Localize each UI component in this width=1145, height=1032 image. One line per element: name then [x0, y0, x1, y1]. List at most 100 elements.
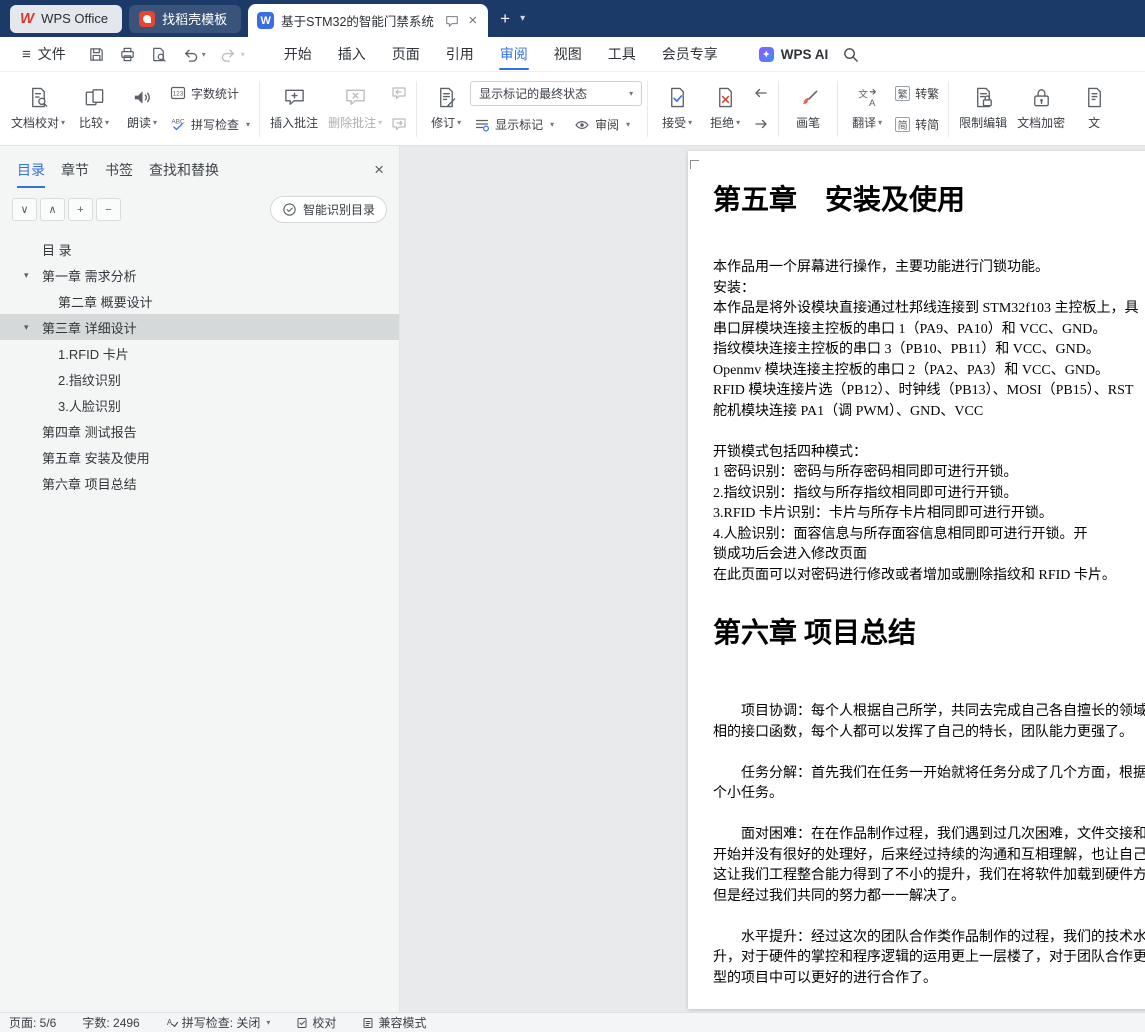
- page-indicator-label: 页面: 5/6: [9, 1016, 57, 1030]
- redo-button[interactable]: ▾: [220, 46, 245, 63]
- show-markup-button[interactable]: 显示标记 ▾: [470, 113, 558, 137]
- track-changes-button[interactable]: 修订 ▾: [422, 76, 470, 142]
- read-aloud-button[interactable]: 朗读 ▾: [118, 76, 166, 142]
- close-tab-icon[interactable]: ×: [466, 13, 479, 28]
- toc-item-fingerprint[interactable]: 2.指纹识别: [0, 366, 399, 392]
- delete-comment-button[interactable]: 删除批注 ▾: [323, 76, 387, 142]
- toc-item-chapter2[interactable]: 第二章 概要设计: [0, 288, 399, 314]
- spellcheck-status[interactable]: A 拼写检查: 关闭 ▾: [166, 1014, 271, 1031]
- button-label: 翻译: [852, 116, 877, 130]
- encrypt-lock-icon: [1030, 86, 1053, 109]
- save-button[interactable]: [88, 46, 105, 63]
- next-comment-button[interactable]: [387, 112, 411, 136]
- doc-text-line: 安装：: [713, 280, 755, 296]
- toc-item-chapter3[interactable]: ▾ 第三章 详细设计: [0, 314, 399, 340]
- spellcheck-status-icon: A: [166, 1017, 178, 1029]
- menu-item-insert[interactable]: 插入: [325, 37, 379, 71]
- page-indicator[interactable]: 页面: 5/6: [9, 1014, 56, 1031]
- new-tab-button[interactable]: +: [500, 9, 510, 29]
- document-page[interactable]: 第五章 安装及使用 本作品用一个屏幕进行操作，主要功能进行门锁功能。 安装： 本…: [688, 151, 1145, 1009]
- compat-mode-indicator[interactable]: 兼容模式: [362, 1014, 426, 1031]
- doc-text-line: 任务分解：首先我们在任务一开始就将任务分成了几个方面，根据每人: [713, 765, 1145, 781]
- toc-item-chapter6[interactable]: 第六章 项目总结: [0, 470, 399, 496]
- accept-button[interactable]: 接受 ▾: [653, 76, 701, 142]
- toc-item-catalog[interactable]: 目 录: [0, 236, 399, 262]
- simplified-char-icon: 简: [895, 116, 911, 132]
- collapse-all-button[interactable]: ∨: [12, 198, 37, 221]
- doc-text-line: 开始并没有很好的处理好，后来经过持续的沟通和互相理解，也让自己的程序: [713, 847, 1145, 863]
- spell-check-icon: ABC: [170, 116, 186, 132]
- restrict-editing-button[interactable]: 限制编辑: [954, 76, 1012, 142]
- toc-item-label: 目 录: [42, 242, 72, 258]
- review-mode-button[interactable]: 审阅 ▾: [570, 113, 634, 137]
- to-traditional-button[interactable]: 繁 转繁: [891, 81, 943, 105]
- search-icon[interactable]: [842, 46, 859, 63]
- expand-all-button[interactable]: ∧: [40, 198, 65, 221]
- svg-text:A: A: [869, 98, 876, 109]
- menu-item-page[interactable]: 页面: [379, 37, 433, 71]
- undo-button[interactable]: ▾: [181, 46, 206, 63]
- tab-document[interactable]: W 基于STM32的智能门禁系统 讠 ×: [248, 4, 489, 37]
- button-label: 朗读: [127, 116, 152, 130]
- sidebar-tab-bookmarks[interactable]: 书签: [105, 146, 133, 194]
- to-simplified-button[interactable]: 简 转简: [891, 112, 943, 136]
- tab-wps-office[interactable]: W WPS Office: [10, 4, 123, 33]
- doc-proofing-icon: [27, 86, 50, 109]
- toc-item-chapter5[interactable]: 第五章 安装及使用: [0, 444, 399, 470]
- markup-state-select[interactable]: 显示标记的最终状态 ▾: [470, 80, 643, 106]
- menu-item-reference[interactable]: 引用: [433, 37, 487, 71]
- toc-item-chapter1[interactable]: ▾ 第一章 需求分析: [0, 262, 399, 288]
- compare-button[interactable]: 比较 ▾: [70, 76, 118, 142]
- decrease-level-button[interactable]: −: [96, 198, 121, 221]
- button-label: 修订: [431, 116, 456, 130]
- prev-comment-button[interactable]: [387, 81, 411, 105]
- insert-comment-button[interactable]: 插入批注: [265, 76, 323, 142]
- doc-text-line: 开锁模式包括四种模式：: [713, 444, 867, 460]
- expand-arrow-icon[interactable]: ▾: [24, 314, 29, 340]
- tab-docer-template[interactable]: 找稻壳模板: [129, 4, 242, 33]
- word-count-button[interactable]: 123 字数统计: [166, 81, 254, 105]
- wps-ai-button[interactable]: WPS AI: [758, 46, 828, 62]
- chevron-down-icon[interactable]: ▾: [241, 50, 245, 59]
- word-count-indicator[interactable]: 字数: 2496: [82, 1014, 139, 1031]
- chevron-down-icon[interactable]: ▾: [202, 50, 206, 59]
- toc-item-label: 第三章 详细设计: [42, 320, 137, 336]
- tab-wps-label: WPS Office: [41, 11, 109, 26]
- tab-list-chevron-icon[interactable]: ▾: [520, 13, 525, 24]
- reject-button[interactable]: 拒绝 ▾: [701, 76, 749, 142]
- increase-level-button[interactable]: +: [68, 198, 93, 221]
- toc-item-rfid-card[interactable]: 1.RFID 卡片: [0, 340, 399, 366]
- file-menu-button[interactable]: ≡ 文件: [14, 44, 74, 64]
- sidebar-tab-toc[interactable]: 目录: [17, 146, 45, 194]
- ink-brush-button[interactable]: 画笔: [784, 76, 832, 142]
- menu-item-review[interactable]: 审阅: [487, 37, 541, 71]
- menu-item-start[interactable]: 开始: [271, 37, 325, 71]
- prev-change-button[interactable]: [749, 81, 773, 105]
- menu-item-tools[interactable]: 工具: [595, 37, 649, 71]
- menu-item-view[interactable]: 视图: [541, 37, 595, 71]
- print-preview-button[interactable]: [150, 46, 167, 63]
- encrypt-document-button[interactable]: 文档加密: [1012, 76, 1070, 142]
- toc-item-chapter4[interactable]: 第四章 测试报告: [0, 418, 399, 444]
- print-button[interactable]: [119, 46, 136, 63]
- sidebar-tab-chapters[interactable]: 章节: [61, 146, 89, 194]
- clipped-ribbon-button[interactable]: 文: [1070, 76, 1118, 142]
- expand-arrow-icon[interactable]: ▾: [24, 262, 29, 288]
- document-canvas[interactable]: 第五章 安装及使用 本作品用一个屏幕进行操作，主要功能进行门锁功能。 安装： 本…: [400, 146, 1145, 1012]
- toc-item-face-recognition[interactable]: 3.人脸识别: [0, 392, 399, 418]
- smart-toc-button[interactable]: 智能识别目录: [269, 196, 387, 223]
- menu-item-membership[interactable]: 会员专享: [649, 37, 731, 71]
- doc-proofing-button[interactable]: 文档校对 ▾: [6, 76, 70, 142]
- proofing-status[interactable]: 校对: [296, 1014, 336, 1031]
- spell-check-button[interactable]: ABC 拼写检查 ▾: [166, 112, 254, 136]
- close-sidebar-icon[interactable]: ×: [374, 146, 384, 194]
- next-change-button[interactable]: [749, 112, 773, 136]
- word-count-label: 字数: 2496: [82, 1016, 140, 1030]
- translate-button[interactable]: 文A 翻译 ▾: [843, 76, 891, 142]
- sidebar-tab-find-replace[interactable]: 查找和替换: [149, 146, 219, 194]
- comment-bubble-icon[interactable]: [445, 14, 459, 28]
- word-count-icon: 123: [170, 85, 186, 101]
- toc-item-label: 2.指纹识别: [58, 372, 121, 388]
- button-label: 插入批注: [270, 116, 319, 130]
- compare-icon: [83, 86, 106, 109]
